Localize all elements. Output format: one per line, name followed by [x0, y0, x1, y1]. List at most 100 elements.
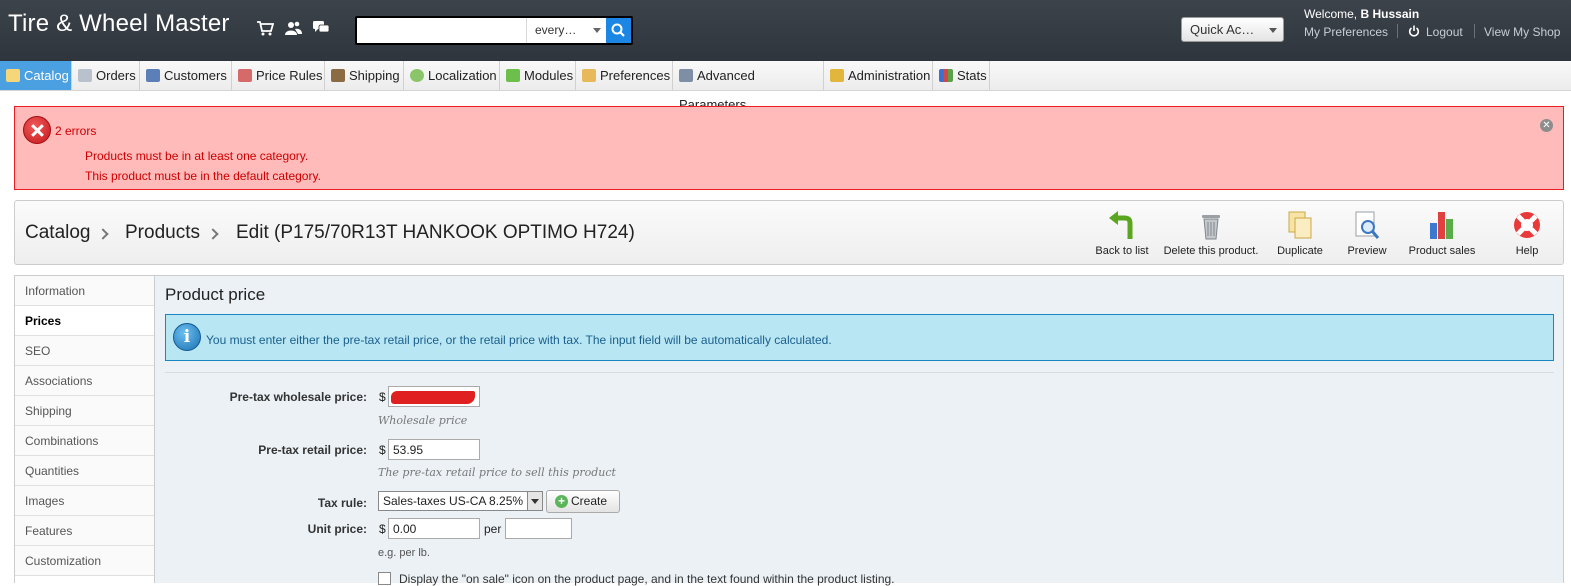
currency-symbol: $: [379, 522, 386, 536]
unit-price-input[interactable]: [388, 518, 480, 539]
nav-tab-advanced-parameters[interactable]: Advanced Parameters: [673, 61, 824, 112]
tax-rule-select[interactable]: Sales-taxes US-CA 8.25%: [378, 491, 543, 511]
search-button[interactable]: [606, 18, 631, 43]
retail-price-hint: The pre-tax retail price to sell this pr…: [378, 466, 616, 479]
nav-tab-preferences[interactable]: Preferences: [576, 61, 673, 90]
wholesale-price-hint: Wholesale price: [378, 414, 468, 427]
on-sale-checkbox[interactable]: [378, 572, 391, 585]
product-tab-seo[interactable]: SEO: [15, 336, 154, 366]
preview-icon: [1355, 211, 1380, 239]
nav-tab-shipping[interactable]: Shipping: [325, 61, 404, 90]
product-tab-combinations[interactable]: Combinations: [15, 426, 154, 456]
welcome-prefix: Welcome,: [1304, 7, 1361, 21]
price-rules-icon: [238, 69, 252, 82]
bar-chart-icon: [939, 69, 953, 82]
nav-tab-administration[interactable]: Administration: [824, 61, 933, 90]
currency-symbol: $: [379, 390, 386, 404]
view-shop-link[interactable]: View My Shop: [1484, 25, 1560, 39]
product-tab-associations[interactable]: Associations: [15, 366, 154, 396]
divider: [165, 372, 1554, 373]
search-input[interactable]: [357, 18, 525, 43]
wholesale-price-label: Pre-tax wholesale price:: [229, 390, 367, 404]
breadcrumb-products[interactable]: Products: [125, 222, 200, 244]
product-tab-customization[interactable]: Customization: [15, 546, 154, 576]
panel-title: Product price: [165, 285, 266, 304]
power-icon[interactable]: [1408, 25, 1420, 37]
retail-price-label: Pre-tax retail price:: [258, 443, 367, 457]
nav-tab-modules[interactable]: Modules: [500, 61, 576, 90]
info-icon: i: [173, 323, 201, 351]
chevron-down-icon: [1269, 28, 1277, 33]
header-divider: [1474, 24, 1475, 38]
nav-tab-price-rules[interactable]: Price Rules: [232, 61, 325, 90]
error-item: This product must be in the default cate…: [85, 169, 321, 183]
duplicate-icon: [1288, 211, 1312, 239]
logout-link[interactable]: Logout: [1426, 25, 1463, 39]
customers-icon[interactable]: [284, 20, 302, 36]
search-scope-value: every…: [535, 23, 577, 37]
info-text: You must enter either the pre-tax retail…: [206, 333, 832, 347]
nav-tab-label: Catalog: [24, 68, 69, 83]
retail-price-input[interactable]: [388, 439, 480, 460]
tax-rule-value: Sales-taxes US-CA 8.25%: [383, 494, 524, 508]
unity-input[interactable]: [505, 518, 572, 539]
error-icon: [23, 116, 51, 144]
product-tab-images[interactable]: Images: [15, 486, 154, 516]
my-preferences-link[interactable]: My Preferences: [1304, 25, 1388, 39]
info-message-box: i You must enter either the pre-tax reta…: [165, 314, 1554, 361]
error-message-box: 2 errors Products must be in at least on…: [14, 106, 1564, 190]
nav-tab-localization[interactable]: Localization: [404, 61, 500, 90]
nav-tab-stats[interactable]: Stats: [933, 61, 990, 90]
nav-tab-label: Administration: [848, 68, 931, 83]
nav-tab-label: Shipping: [349, 68, 400, 83]
preferences-icon: [582, 69, 596, 82]
nav-tab-customers[interactable]: Customers: [140, 61, 232, 90]
search-bar: every…: [355, 16, 633, 45]
duplicate-button[interactable]: Duplicate: [1273, 209, 1327, 257]
cart-icon[interactable]: [256, 20, 274, 36]
folder-icon: [6, 69, 20, 82]
breadcrumb-catalog[interactable]: Catalog: [25, 222, 91, 244]
page-toolbar: Catalog Products Edit (P175/70R13T HANKO…: [14, 200, 1564, 265]
product-tab-prices[interactable]: Prices: [15, 306, 154, 336]
quick-access-label: Quick Ac…: [1190, 22, 1255, 37]
user-name: B Hussain: [1360, 7, 1420, 21]
add-icon: +: [555, 495, 568, 508]
nav-tab-label: Orders: [96, 68, 136, 83]
key-icon: [830, 69, 844, 82]
product-tab-features[interactable]: Features: [15, 516, 154, 546]
unit-price-hint: e.g. per lb.: [378, 547, 430, 559]
quick-access-select[interactable]: Quick Ac…: [1181, 17, 1284, 42]
nav-tab-label: Localization: [428, 68, 497, 83]
puzzle-icon: [506, 69, 520, 82]
preview-button[interactable]: Preview: [1345, 209, 1389, 257]
product-sales-button[interactable]: Product sales: [1405, 209, 1479, 257]
product-tab-information[interactable]: Information: [15, 276, 154, 306]
welcome-text: Welcome, B Hussain: [1304, 7, 1419, 21]
delete-product-button[interactable]: Delete this product.: [1163, 209, 1259, 257]
close-icon[interactable]: ✕: [1540, 119, 1553, 132]
search-scope-select[interactable]: every…: [526, 18, 606, 43]
product-tab-quantities[interactable]: Quantities: [15, 456, 154, 486]
nav-tab-label: Stats: [957, 68, 987, 83]
create-tax-rule-label: Create: [571, 494, 608, 508]
nav-tab-catalog[interactable]: Catalog: [0, 61, 72, 90]
help-button[interactable]: Help: [1509, 209, 1545, 257]
redaction-mark: [391, 391, 475, 404]
preview-label: Preview: [1347, 245, 1387, 257]
nav-tab-orders[interactable]: Orders: [72, 61, 140, 90]
delete-product-label: Delete this product.: [1163, 245, 1259, 257]
top-header: Tire & Wheel Master every… Quick Ac… Wel…: [0, 0, 1571, 61]
shop-name[interactable]: Tire & Wheel Master: [8, 10, 230, 38]
back-to-list-button[interactable]: Back to list: [1093, 209, 1151, 257]
truck-icon: [331, 69, 345, 82]
help-label: Help: [1515, 245, 1539, 257]
messages-icon[interactable]: [312, 20, 330, 36]
create-tax-rule-button[interactable]: + Create: [546, 490, 620, 513]
product-tab-shipping[interactable]: Shipping: [15, 396, 154, 426]
chevron-right-icon: [207, 228, 219, 240]
wrench-icon: [679, 69, 693, 82]
header-divider: [1397, 24, 1398, 38]
lifebuoy-icon: [1514, 212, 1540, 238]
chevron-down-icon: [593, 28, 601, 33]
